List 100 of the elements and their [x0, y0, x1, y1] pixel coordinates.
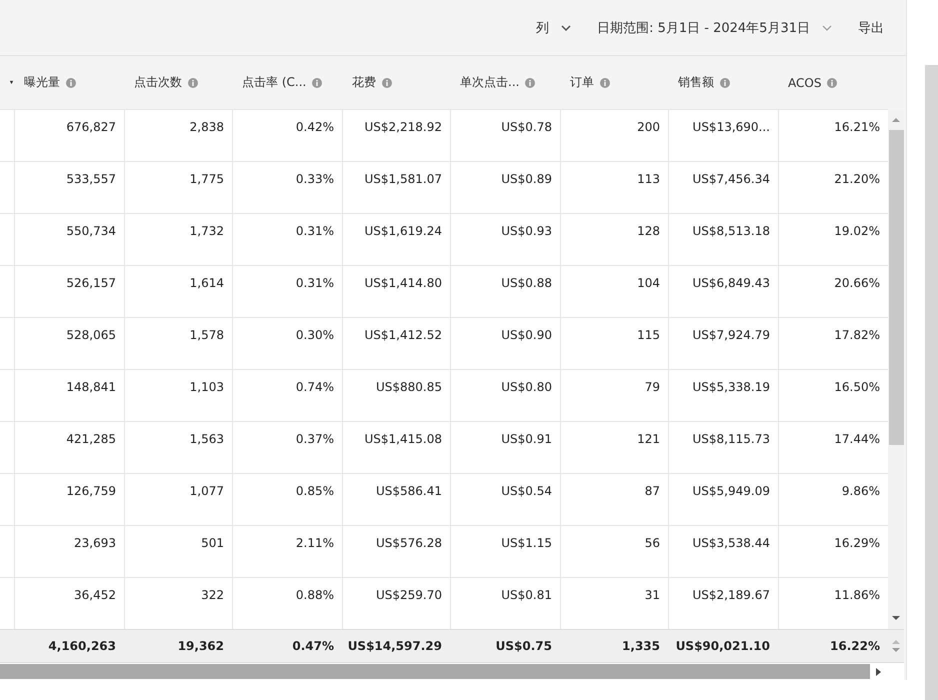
table-cell-text: 1,614 — [190, 276, 224, 292]
table-cell-text: 0.31% — [296, 224, 334, 240]
table-cell-text: US$586.41 — [376, 484, 442, 500]
columns-button[interactable]: 列 — [536, 14, 572, 40]
total-cell: 4,160,263 — [48, 639, 116, 653]
column-header[interactable]: 点击次数 — [134, 74, 182, 91]
table-cell-text: 9.86% — [842, 484, 880, 500]
table-cell-text: 20.66% — [834, 276, 880, 292]
table-cell-text: 200 — [637, 120, 660, 136]
table-cell-text: 528,065 — [66, 328, 116, 344]
table-cell-text: US$1,415.08 — [364, 432, 442, 448]
info-icon — [720, 78, 730, 88]
total-cell: US$0.75 — [496, 639, 552, 653]
table-cell-text: 113 — [637, 172, 660, 188]
table-cell-text: 526,157 — [66, 276, 116, 292]
table-cell-text: US$5,338.19 — [692, 380, 770, 396]
total-cell: 16.22% — [830, 639, 880, 653]
table-cell-text: 1,775 — [190, 172, 224, 188]
scroll-down-icon — [892, 616, 900, 621]
table-cell-text: 676,827 — [66, 120, 116, 136]
total-cell: US$90,021.10 — [676, 639, 770, 653]
table-cell-text: US$0.78 — [501, 120, 552, 136]
info-icon — [66, 78, 76, 88]
total-cell: 19,362 — [178, 639, 224, 653]
table-cell-text: US$8,115.73 — [692, 432, 770, 448]
page-scrollbar[interactable] — [925, 65, 938, 700]
table-cell-text: US$6,849.43 — [692, 276, 770, 292]
column-header[interactable]: 点击率 (C... — [242, 74, 306, 91]
table-cell-text: US$1,581.07 — [364, 172, 442, 188]
table-cell-text: 0.30% — [296, 328, 334, 344]
table-cell-text: 1,077 — [190, 484, 224, 500]
table-cell-text: US$880.85 — [376, 380, 442, 396]
table-cell-text: 0.88% — [296, 588, 334, 604]
chevron-down-icon — [561, 24, 572, 30]
table-cell-text: US$0.54 — [501, 484, 552, 500]
info-icon — [525, 78, 536, 88]
scroll-up-icon — [892, 117, 900, 122]
info-icon — [600, 78, 610, 88]
table-cell-text: US$0.91 — [501, 432, 552, 448]
table-cell-text: 1,563 — [190, 432, 224, 448]
table-cell-text: 87 — [644, 484, 660, 500]
column-header[interactable]: 订单 — [570, 74, 594, 91]
info-icon — [312, 78, 322, 88]
table-cell-text: 0.33% — [296, 172, 334, 188]
table-cell-text: 79 — [644, 380, 660, 396]
column-header[interactable]: 曝光量 — [24, 74, 60, 91]
table-cell-text: US$5,949.09 — [692, 484, 770, 500]
vertical-scrollbar[interactable] — [888, 109, 904, 629]
table-cell-text: 17.82% — [834, 328, 880, 344]
table-cell-text: 31 — [644, 588, 660, 604]
table-cell-text: 550,734 — [66, 224, 116, 240]
table-cell-text: 121 — [637, 432, 660, 448]
table-cell-text: 23,693 — [74, 536, 116, 552]
total-cell: 1,335 — [622, 639, 660, 653]
table-cell-text: US$7,456.34 — [692, 172, 770, 188]
table-cell-text: 128 — [637, 224, 660, 240]
column-header[interactable]: 销售额 — [678, 74, 714, 91]
date-range-dropdown[interactable]: 日期范围: 5月1日 - 2024年5月31日 — [597, 14, 832, 40]
table-cell-text: 1,103 — [190, 380, 224, 396]
table-cell-text: US$0.88 — [501, 276, 552, 292]
table-cell-text: 1,732 — [190, 224, 224, 240]
chevron-down-icon — [822, 24, 832, 30]
scroll-thumb[interactable] — [888, 130, 904, 445]
total-cell: US$14,597.29 — [348, 639, 442, 653]
table-cell-text: US$0.89 — [501, 172, 552, 188]
info-icon — [188, 78, 198, 88]
table-cell-text: 2.11% — [296, 536, 334, 552]
column-header[interactable]: 花费 — [352, 74, 376, 91]
table-cell-text: 19.02% — [834, 224, 880, 240]
table-cell-text: US$2,218.92 — [364, 120, 442, 136]
table-cell-text: US$13,690... — [692, 120, 770, 136]
table-cell-text: US$3,538.44 — [692, 536, 770, 552]
export-button[interactable]: 导出 — [858, 14, 884, 40]
table-cell-text: US$576.28 — [376, 536, 442, 552]
table-cell-text: 126,759 — [66, 484, 116, 500]
info-icon — [382, 78, 392, 88]
table-cell-text: US$259.70 — [376, 588, 442, 604]
table-cell-text: 115 — [637, 328, 660, 344]
table-cell-text: US$2,189.67 — [692, 588, 770, 604]
table-cell-text: 21.20% — [834, 172, 880, 188]
table-cell-text: 16.29% — [834, 536, 880, 552]
horizontal-scrollbar[interactable] — [0, 664, 870, 679]
table-cell-text: US$0.80 — [501, 380, 552, 396]
table-cell-text: 322 — [201, 588, 224, 604]
column-header[interactable]: 单次点击... — [460, 74, 520, 91]
table-cell-text: US$7,924.79 — [692, 328, 770, 344]
table-cell-text: 16.50% — [834, 380, 880, 396]
table-cell-text: 17.44% — [834, 432, 880, 448]
table-cell-text: 0.37% — [296, 432, 334, 448]
table-cell-text: US$1.15 — [501, 536, 552, 552]
table-cell-text: US$1,414.80 — [364, 276, 442, 292]
column-header[interactable]: ACOS — [788, 76, 822, 90]
table-cell-text: 56 — [644, 536, 660, 552]
table-cell-text: US$1,619.24 — [364, 224, 442, 240]
table-cell-text: US$0.93 — [501, 224, 552, 240]
total-cell: 0.47% — [292, 639, 334, 653]
table-cell-text: 104 — [637, 276, 660, 292]
table-cell-text: 501 — [201, 536, 224, 552]
table-cell-text: US$1,412.52 — [364, 328, 442, 344]
table-cell-text: 0.31% — [296, 276, 334, 292]
